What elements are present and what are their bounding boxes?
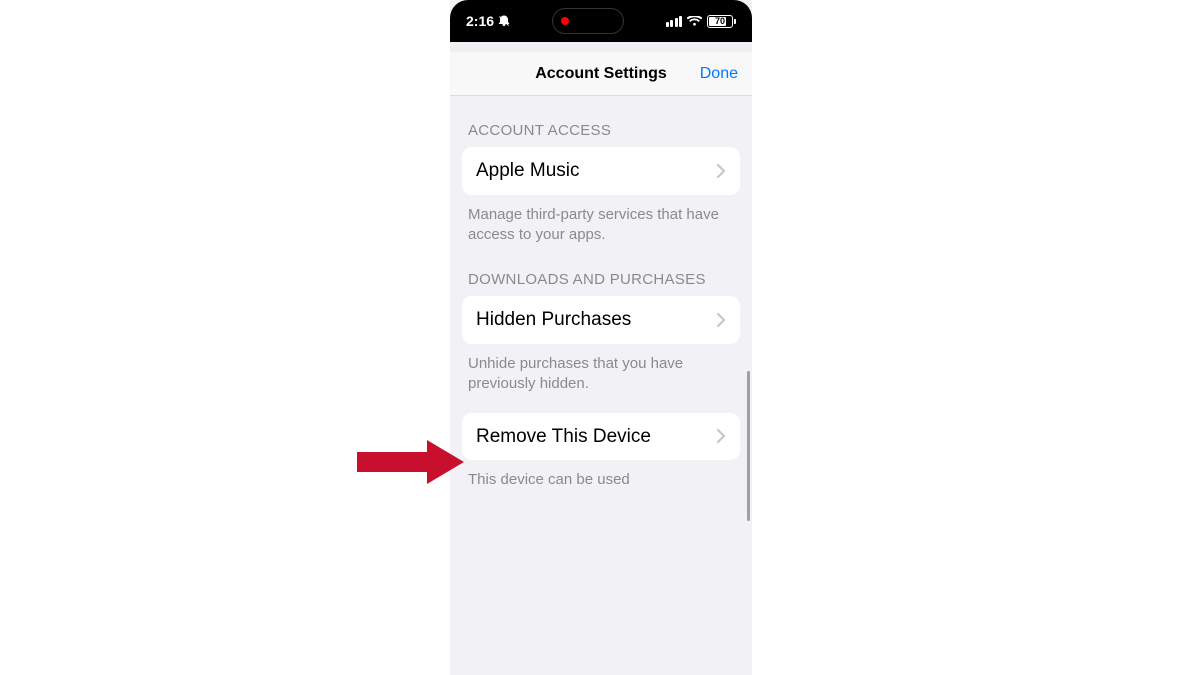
battery-icon: 70 — [707, 15, 736, 28]
section-footer-hidden-purchases: Unhide purchases that you have previousl… — [450, 344, 752, 395]
scrollbar-indicator — [747, 371, 750, 521]
chevron-right-icon — [716, 312, 726, 328]
phone-frame: 2:16 70 Account Settings Done ACCOUNT AC… — [450, 0, 752, 675]
row-hidden-purchases[interactable]: Hidden Purchases — [462, 296, 740, 344]
cellular-signal-icon — [666, 16, 683, 27]
section-header-account-access: ACCOUNT ACCESS — [450, 96, 752, 147]
recording-indicator-icon — [561, 17, 569, 25]
status-right: 70 — [666, 15, 737, 28]
dynamic-island — [552, 8, 624, 34]
chevron-right-icon — [716, 428, 726, 444]
status-left: 2:16 — [466, 13, 510, 29]
done-button[interactable]: Done — [700, 65, 738, 83]
wifi-icon — [687, 16, 702, 27]
battery-level: 70 — [715, 16, 725, 26]
status-time: 2:16 — [466, 13, 494, 29]
page-title: Account Settings — [535, 65, 667, 83]
row-apple-music[interactable]: Apple Music — [462, 147, 740, 195]
sheet-handle — [450, 44, 752, 52]
settings-content[interactable]: ACCOUNT ACCESS Apple Music Manage third-… — [450, 96, 752, 675]
navigation-bar: Account Settings Done — [450, 52, 752, 96]
row-label: Apple Music — [476, 159, 580, 183]
alarm-off-icon — [498, 15, 510, 27]
row-label: Remove This Device — [476, 425, 651, 449]
status-bar: 2:16 70 — [450, 0, 752, 42]
row-remove-device[interactable]: Remove This Device — [462, 413, 740, 461]
section-footer-remove-device: This device can be used — [450, 460, 752, 490]
section-footer-account-access: Manage third-party services that have ac… — [450, 195, 752, 246]
section-header-downloads: DOWNLOADS AND PURCHASES — [450, 245, 752, 296]
chevron-right-icon — [716, 163, 726, 179]
row-label: Hidden Purchases — [476, 308, 631, 332]
